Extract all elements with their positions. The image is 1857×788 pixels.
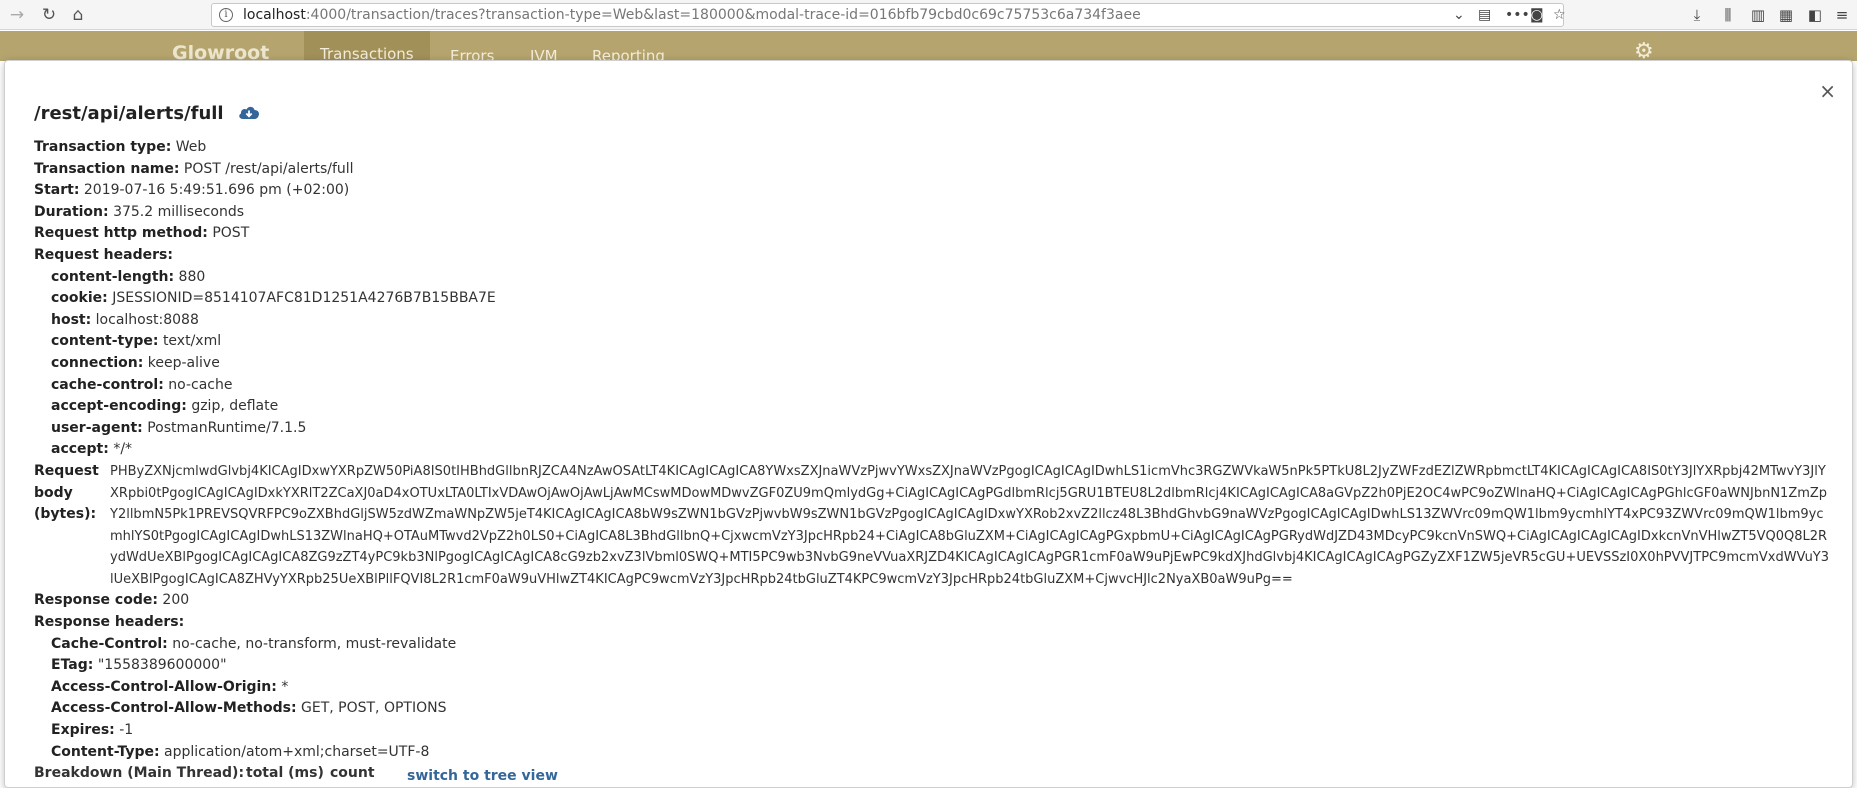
menu-icon[interactable]: ≡ <box>1831 4 1853 26</box>
home-icon[interactable]: ⌂ <box>67 4 89 26</box>
modal-title: /rest/api/alerts/full <box>34 103 224 124</box>
more-actions-icon[interactable]: ••• <box>1505 7 1530 23</box>
reader-view-icon[interactable]: ▤ <box>1478 7 1491 23</box>
request-header: content-type: text/xml <box>51 333 222 350</box>
field-transaction-name: Transaction name: POST /rest/api/alerts/… <box>34 160 354 177</box>
request-headers-heading: Request headers: <box>34 246 173 263</box>
app-navbar: Glowroot Transactions Errors JVM Reporti… <box>0 31 1857 65</box>
response-header: Access-Control-Allow-Origin: * <box>51 678 289 695</box>
request-body-value: PHByZXNjcmlwdGlvbj4KICAgIDxwYXRpZW50PiA8… <box>110 463 1830 587</box>
response-headers-heading: Response headers: <box>34 614 185 631</box>
request-header: accept: */* <box>51 441 133 458</box>
field-http-method: Request http method: POST <box>34 225 250 242</box>
bookmark-star-icon[interactable]: ☆ <box>1553 7 1566 23</box>
containers-icon[interactable]: ▦ <box>1775 4 1797 26</box>
pocket-icon[interactable]: ◙ <box>1530 7 1544 23</box>
request-body: Request body (bytes): PHByZXNjcmlwdGlvbj… <box>34 461 1834 591</box>
request-header: accept-encoding: gzip, deflate <box>51 398 279 415</box>
breakdown-col-count: count <box>330 765 375 782</box>
request-body-label: Request body (bytes): <box>34 462 99 523</box>
response-header: Cache-Control: no-cache, no-transform, m… <box>51 635 457 652</box>
response-header: Access-Control-Allow-Methods: GET, POST,… <box>51 700 447 717</box>
url-text[interactable]: localhost:4000/transaction/traces?transa… <box>243 7 1141 23</box>
extension-icon[interactable]: ◧ <box>1804 4 1826 26</box>
request-header: connection: keep-alive <box>51 354 220 371</box>
download-arrow-icon[interactable]: ⤓ <box>1686 4 1708 26</box>
request-header: cache-control: no-cache <box>51 376 233 393</box>
field-start: Start: 2019-07-16 5:49:51.696 pm (+02:00… <box>34 182 350 199</box>
cloud-download-icon[interactable] <box>238 104 260 120</box>
field-duration: Duration: 375.2 milliseconds <box>34 203 245 220</box>
trace-details: Transaction type: Web Transaction name: … <box>34 137 1834 785</box>
breakdown-header: Breakdown (Main Thread): total (ms) coun… <box>34 763 1834 785</box>
forward-arrow-icon[interactable]: → <box>6 4 28 26</box>
close-icon[interactable]: × <box>1819 81 1836 101</box>
breakdown-label: Breakdown (Main Thread): <box>34 765 245 782</box>
sidebar-icon[interactable]: ▥ <box>1747 4 1769 26</box>
trace-modal: × /rest/api/alerts/full Transaction type… <box>4 60 1853 788</box>
browser-toolbar: → ↻ ⌂ i localhost:4000/transaction/trace… <box>0 0 1857 30</box>
library-icon[interactable]: ⫼ <box>1717 4 1739 26</box>
info-icon[interactable]: i <box>219 8 233 22</box>
request-header: content-length: 880 <box>51 268 206 285</box>
response-header: Content-Type: application/atom+xml;chars… <box>51 743 430 760</box>
request-header: cookie: JSESSIONID=8514107AFC81D1251A427… <box>51 290 496 307</box>
field-transaction-type: Transaction type: Web <box>34 139 207 155</box>
reload-icon[interactable]: ↻ <box>38 4 60 26</box>
breakdown-col-total: total (ms) <box>246 765 324 782</box>
request-header: host: localhost:8088 <box>51 311 199 328</box>
field-response-code: Response code: 200 <box>34 592 190 609</box>
request-header: user-agent: PostmanRuntime/7.1.5 <box>51 419 307 436</box>
response-header: ETag: "1558389600000" <box>51 657 227 674</box>
chevron-down-icon[interactable]: ⌄ <box>1453 7 1465 23</box>
switch-to-tree-view-link[interactable]: switch to tree view <box>407 766 558 788</box>
address-bar[interactable]: i localhost:4000/transaction/traces?tran… <box>211 3 1566 27</box>
tab-transactions[interactable]: Transactions <box>304 31 430 63</box>
response-header: Expires: -1 <box>51 722 134 739</box>
